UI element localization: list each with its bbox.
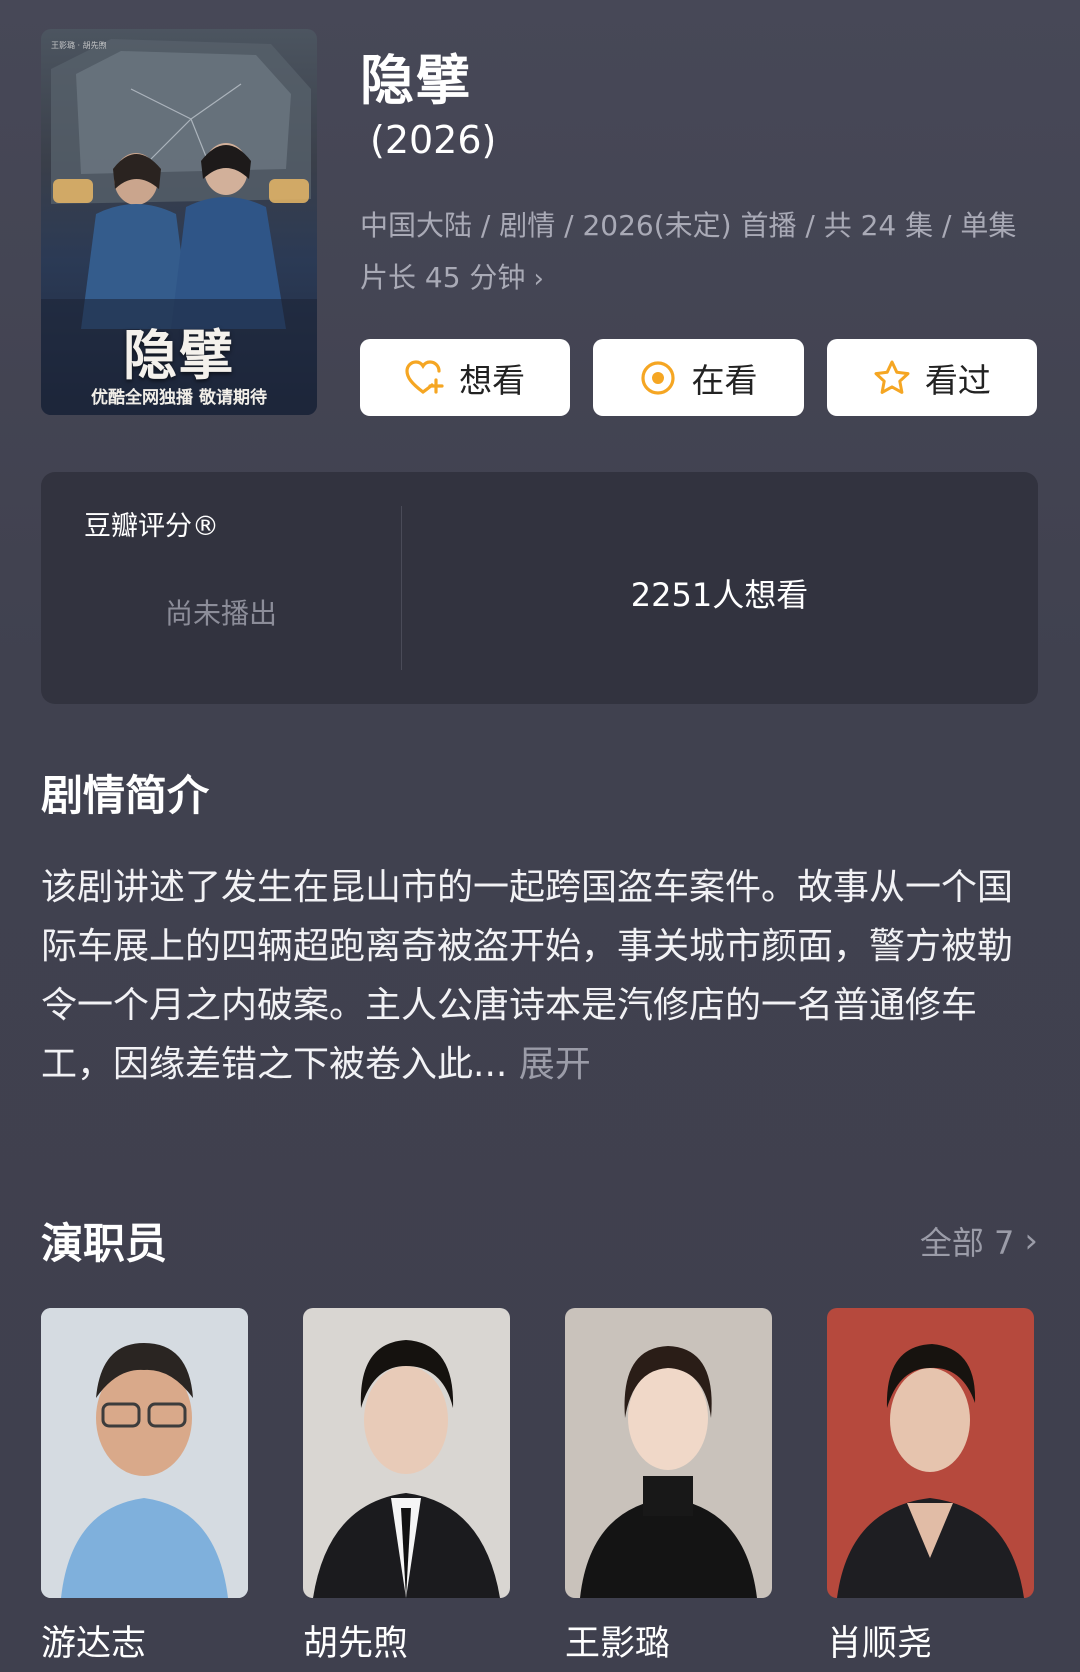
poster-credit: 王影璐 · 胡先煦 [51,41,107,50]
cast-name: 胡先煦 [303,1624,409,1664]
want-to-watch-label: 想看 [459,360,526,400]
wish-count: 2251人想看 [630,576,809,614]
cast-all-link[interactable]: 全部 7 › [920,1218,1038,1264]
cast-name: 游达志 [41,1624,147,1664]
avatar [41,1308,248,1598]
cast-name: 肖顺尧 [827,1624,933,1664]
target-icon [641,360,676,395]
poster-title: 隐擘 [123,324,235,387]
douban-rating-label: 豆瓣评分® [84,511,219,542]
avatar [565,1308,772,1598]
synopsis-text: 该剧讲述了发生在昆山市的一起跨国盗车案件。故事从一个国际车展上的四辆超跑离奇被盗… [41,858,1041,1094]
watched-label: 看过 [924,360,991,400]
cast-list: 游达志 胡先煦 王影璐 肖顺尧 [41,1308,1038,1672]
poster-tagline: 优酷全网独播 敬请期待 [91,388,267,408]
cast-member[interactable]: 胡先煦 [303,1308,510,1672]
rating-card[interactable]: 豆瓣评分® 尚未播出 2251人想看 [41,472,1038,704]
synopsis-heading: 剧情简介 [41,771,210,820]
cast-name: 王影璐 [565,1624,671,1664]
show-title: 隐擘 [360,49,472,112]
watching-label: 在看 [691,360,758,400]
cast-heading: 演职员 [41,1219,168,1268]
watching-button[interactable]: 在看 [593,339,804,416]
show-meta-text: 中国大陆 / 剧情 / 2026(未定) 首播 / 共 24 集 / 单集片长 … [360,209,1017,294]
cast-member[interactable]: 游达志 [41,1308,248,1672]
show-meta[interactable]: 中国大陆 / 剧情 / 2026(未定) 首播 / 共 24 集 / 单集片长 … [360,200,1020,305]
heart-plus-icon [405,359,444,394]
rating-status: 尚未播出 [164,597,277,630]
chevron-right-icon: › [533,264,544,294]
cast-member[interactable]: 王影璐 [565,1308,772,1672]
cast-member[interactable]: 肖顺尧 [827,1308,1034,1672]
want-to-watch-button[interactable]: 想看 [360,339,571,416]
chevron-right-icon: › [1024,1221,1038,1261]
movie-detail-page: 王影璐 · 胡先煦 隐擘 优酷全网独播 敬请期待 隐擘 (2026) 中国大陆 … [0,0,1080,1672]
show-year: (2026) [370,118,497,162]
star-icon [874,360,910,394]
watched-button[interactable]: 看过 [826,339,1037,416]
cast-all-label: 全部 7 [919,1224,1015,1262]
poster-image[interactable]: 王影璐 · 胡先煦 隐擘 优酷全网独播 敬请期待 [41,29,317,415]
avatar [827,1308,1034,1598]
action-buttons: 想看 在看 看过 [360,339,1037,416]
expand-link[interactable]: 展开 [519,1044,591,1085]
avatar [303,1308,510,1598]
